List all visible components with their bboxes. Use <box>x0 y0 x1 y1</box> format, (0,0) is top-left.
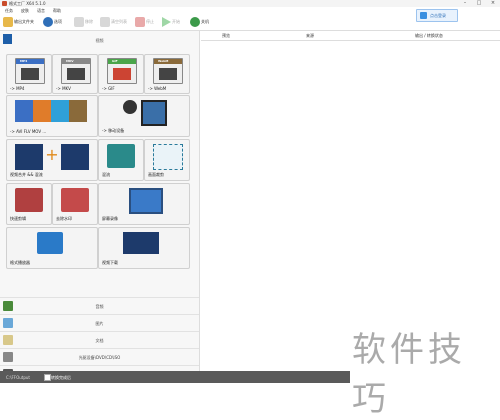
multi-format-icon <box>15 100 87 122</box>
convert-mp4-card[interactable]: MP4 -> MP4 <box>6 54 52 94</box>
film-strip-icon <box>15 144 43 170</box>
category-audio[interactable]: 音频 <box>0 297 199 314</box>
shutdown-checkbox-label: 转换完成后 <box>51 375 71 380</box>
screen-record-label: 屏幕录像 <box>102 216 118 221</box>
output-path[interactable]: C:\FFOutput <box>6 375 30 380</box>
minimize-icon[interactable]: – <box>458 0 472 7</box>
scissors-icon <box>15 188 43 212</box>
mobile-device-icon <box>141 100 167 126</box>
download-icon <box>123 232 159 254</box>
status-bar: C:\FFOutput 转换完成后 <box>0 371 350 383</box>
options-button[interactable]: 选项 <box>43 16 62 28</box>
column-preview[interactable]: 预览 <box>222 33 230 39</box>
mix-label: 混流 <box>102 172 110 177</box>
crop-icon <box>153 144 183 170</box>
login-label: 点击登录 <box>430 13 446 18</box>
webm-label: -> WebM <box>148 86 167 91</box>
video-download-card[interactable]: 视频下载 <box>98 227 190 269</box>
gif-tag: GIF <box>112 59 118 63</box>
video-header-label: 视频 <box>95 38 104 43</box>
login-button[interactable]: 点击登录 <box>416 9 458 22</box>
remove-button[interactable]: 移除 <box>74 16 93 28</box>
options-icon <box>43 17 53 27</box>
category-disc-label: 光驱设备\DVD\CD\ISO <box>78 355 121 360</box>
gif-icon: GIF <box>107 58 137 84</box>
crop-card[interactable]: 画面裁剪 <box>144 139 190 181</box>
convert-gif-card[interactable]: GIF -> GIF <box>98 54 144 94</box>
category-audio-label: 音频 <box>95 304 104 309</box>
folder-icon <box>3 17 13 27</box>
player-icon <box>37 232 63 254</box>
shutdown-label: 关机 <box>201 19 209 24</box>
gif-label: -> GIF <box>102 86 115 91</box>
shutdown-icon <box>190 17 200 27</box>
output-folder-label: 输出文件夹 <box>14 19 34 24</box>
mp4-label: -> MP4 <box>10 86 25 91</box>
convert-mobile-card[interactable]: -> 移动设备 <box>98 95 190 137</box>
convert-multi-format-card[interactable]: -> AVI FLV MOV ... <box>6 95 98 137</box>
plus-icon: + <box>45 145 59 164</box>
audio-video-mix-icon <box>107 144 135 168</box>
clear-list-button[interactable]: 清空列表 <box>100 16 127 28</box>
webm-icon: WebM <box>153 58 183 84</box>
column-source[interactable]: 来源 <box>306 33 314 39</box>
category-document[interactable]: 文档 <box>0 331 199 348</box>
fast-clip-label: 快速剪辑 <box>10 216 26 221</box>
video-download-label: 视频下载 <box>102 260 118 265</box>
start-label: 开始 <box>172 19 180 24</box>
maximize-icon[interactable]: □ <box>472 0 486 7</box>
film-strip-icon <box>61 144 89 170</box>
close-icon[interactable]: × <box>486 0 500 7</box>
options-label: 选项 <box>54 19 62 24</box>
video-section-header[interactable]: 视频 <box>0 34 199 46</box>
merge-label: 视频合并 && 混流 <box>10 172 43 177</box>
category-disc[interactable]: 光驱设备\DVD\CD\ISO <box>0 348 199 365</box>
play-icon <box>162 17 171 27</box>
app-logo-icon <box>2 1 7 6</box>
mp4-icon: MP4 <box>15 58 45 84</box>
mkv-icon: MKV <box>61 58 91 84</box>
remove-label: 移除 <box>85 19 93 24</box>
mkv-label: -> MKV <box>56 86 71 91</box>
format-player-card[interactable]: 格式播放器 <box>6 227 98 269</box>
remove-icon <box>74 17 84 27</box>
crop-label: 画面裁剪 <box>148 172 164 177</box>
eraser-icon <box>61 188 89 212</box>
category-image-label: 图片 <box>95 321 104 326</box>
start-button[interactable]: 开始 <box>162 16 180 28</box>
user-icon <box>420 12 427 19</box>
column-output[interactable]: 输出 / 转换状态 <box>415 33 443 39</box>
task-list-header: 预览 来源 输出 / 转换状态 <box>201 31 500 41</box>
shutdown-button[interactable]: 关机 <box>190 16 209 28</box>
output-folder-button[interactable]: 输出文件夹 <box>3 16 34 28</box>
webm-tag: WebM <box>158 59 169 63</box>
remove-watermark-card[interactable]: 去除水印 <box>52 183 98 225</box>
mkv-tag: MKV <box>66 59 74 63</box>
mobile-label: -> 移动设备 <box>102 128 125 133</box>
category-document-label: 文档 <box>95 338 104 343</box>
title-bar: 格式工厂 X64 5.1.0 – □ × <box>0 0 500 7</box>
multi-format-label: -> AVI FLV MOV ... <box>10 129 47 134</box>
clear-list-icon <box>100 17 110 27</box>
stop-icon <box>135 17 145 27</box>
site-watermark: 软件技巧 <box>352 330 466 419</box>
format-player-label: 格式播放器 <box>10 260 30 265</box>
convert-mkv-card[interactable]: MKV -> MKV <box>52 54 98 94</box>
video-merge-card[interactable]: + 视频合并 && 混流 <box>6 139 98 181</box>
clear-list-label: 清空列表 <box>111 19 127 24</box>
screen-record-card[interactable]: 屏幕录像 <box>98 183 190 225</box>
function-panel: 视频 MP4 -> MP4 MKV -> MKV GIF -> GIF WebM… <box>0 31 200 379</box>
convert-webm-card[interactable]: WebM -> WebM <box>144 54 190 94</box>
fast-clip-card[interactable]: 快速剪辑 <box>6 183 52 225</box>
shutdown-checkbox[interactable] <box>44 374 51 381</box>
stop-button[interactable]: 停止 <box>135 16 154 28</box>
mix-card[interactable]: 混流 <box>98 139 144 181</box>
remove-watermark-label: 去除水印 <box>56 216 72 221</box>
disc-icon <box>123 100 137 114</box>
mp4-tag: MP4 <box>20 59 28 63</box>
stop-label: 停止 <box>146 19 154 24</box>
screen-record-icon <box>129 188 163 214</box>
category-image[interactable]: 图片 <box>0 314 199 331</box>
